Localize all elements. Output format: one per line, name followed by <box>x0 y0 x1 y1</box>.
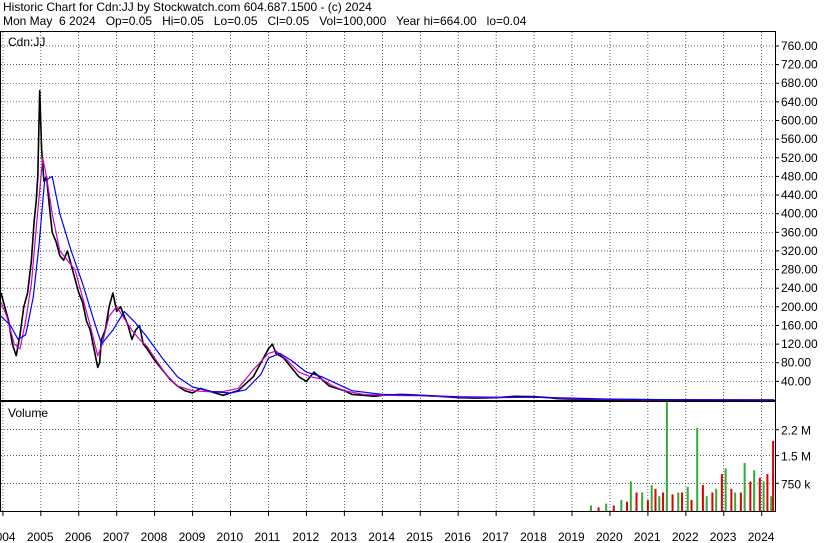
year-tick-label: 2018 <box>520 530 547 543</box>
year-tick-label: 2004 <box>0 530 16 543</box>
volume-bar-up <box>677 492 680 511</box>
price-panel-title: Cdn:JJ <box>8 35 45 49</box>
volume-bar-down <box>681 492 684 511</box>
year-tick-label: 2010 <box>217 530 244 543</box>
price-tick-label: 520.00 <box>781 151 818 165</box>
year-tick-label: 2007 <box>103 530 130 543</box>
volume-bar-up <box>724 468 727 511</box>
volume-bar-down <box>772 440 775 511</box>
volume-bar-down <box>701 485 704 511</box>
year-tick-label: 2024 <box>748 530 775 543</box>
price-tick-label: 400.00 <box>781 207 818 221</box>
volume-bar-up <box>770 496 773 511</box>
volume-bar-down <box>612 505 615 511</box>
volume-bar-down <box>635 492 638 511</box>
volume-panel-title: Volume <box>8 406 48 420</box>
volume-bar-down <box>766 474 769 511</box>
price-tick-label: 160.00 <box>781 318 818 332</box>
price-tick-label: 640.00 <box>781 95 818 109</box>
volume-bar-up <box>620 499 623 511</box>
volume-axis: 2.2 M 1.5 M 750 k <box>775 424 811 491</box>
price-tick-label: 360.00 <box>781 225 818 239</box>
volume-bar-up <box>629 481 632 511</box>
time-axis: 2004 2005 2006 2007 2008 2009 2010 2011 2012 2013… <box>0 511 775 543</box>
year-tick-label: 2014 <box>368 530 395 543</box>
volume-tick-label: 750 k <box>781 477 811 491</box>
year-tick-label: 2020 <box>596 530 623 543</box>
volume-bar-up <box>696 427 699 511</box>
price-tick-label: 440.00 <box>781 188 818 202</box>
volume-bar-up <box>705 496 708 511</box>
volume-tick-label: 2.2 M <box>781 424 811 438</box>
volume-bar-down <box>597 507 600 511</box>
price-tick-label: 200.00 <box>781 300 818 314</box>
volume-bar-down <box>720 474 723 511</box>
year-tick-label: 2011 <box>254 530 280 543</box>
volume-bar-down <box>654 488 657 511</box>
year-tick-label: 2009 <box>179 530 206 543</box>
year-tick-label: 2015 <box>406 530 433 543</box>
volume-bar-up <box>641 492 644 511</box>
year-tick-label: 2013 <box>330 530 357 543</box>
volume-bar-down <box>749 481 752 511</box>
volume-bar-down <box>662 492 665 511</box>
volume-bar-up <box>753 470 756 511</box>
volume-bar-up <box>665 402 668 511</box>
stock-chart: 760.00 720.00 680.00 640.00 600.00 560.00 520.… <box>0 31 818 543</box>
year-tick-label: 2005 <box>27 530 54 543</box>
year-tick-label: 2023 <box>710 530 737 543</box>
volume-bar-down <box>690 499 693 511</box>
volume-bar-up <box>605 503 608 511</box>
volume-tick-label: 1.5 M <box>781 450 811 464</box>
volume-bar-down <box>626 501 629 511</box>
year-tick-label: 2006 <box>65 530 92 543</box>
price-tick-label: 480.00 <box>781 169 818 183</box>
volume-bar-down <box>730 488 733 511</box>
volume-bar-down <box>711 492 714 511</box>
year-tick-label: 2008 <box>141 530 168 543</box>
volume-bar-up <box>734 492 737 511</box>
volume-bar-up <box>686 486 689 511</box>
volume-bar-up <box>650 485 653 511</box>
price-tick-label: 600.00 <box>781 114 818 128</box>
volume-bar-up <box>743 462 746 511</box>
volume-bar-up <box>762 481 765 511</box>
price-tick-label: 720.00 <box>781 58 818 72</box>
price-tick-label: 40.00 <box>781 374 811 388</box>
price-tick-label: 240.00 <box>781 281 818 295</box>
volume-bar-up <box>715 488 718 511</box>
volume-bar-down <box>671 494 674 511</box>
year-tick-label: 2016 <box>444 530 471 543</box>
year-tick-label: 2019 <box>558 530 585 543</box>
year-tick-label: 2022 <box>672 530 699 543</box>
price-tick-label: 80.00 <box>781 356 811 370</box>
price-tick-label: 320.00 <box>781 244 818 258</box>
volume-bar-down <box>646 499 649 511</box>
price-tick-label: 280.00 <box>781 263 818 277</box>
volume-bar-down <box>758 477 761 511</box>
price-axis: 760.00 720.00 680.00 640.00 600.00 560.00 520.… <box>775 39 818 388</box>
price-tick-label: 760.00 <box>781 39 818 53</box>
year-tick-label: 2012 <box>292 530 319 543</box>
volume-bar-up <box>658 496 661 511</box>
year-tick-label: 2017 <box>482 530 509 543</box>
price-tick-label: 680.00 <box>781 76 818 90</box>
year-tick-label: 2021 <box>634 530 661 543</box>
volume-bar-up <box>589 505 592 511</box>
price-tick-label: 120.00 <box>781 337 818 351</box>
price-tick-label: 560.00 <box>781 132 818 146</box>
volume-bar-down <box>739 492 742 511</box>
